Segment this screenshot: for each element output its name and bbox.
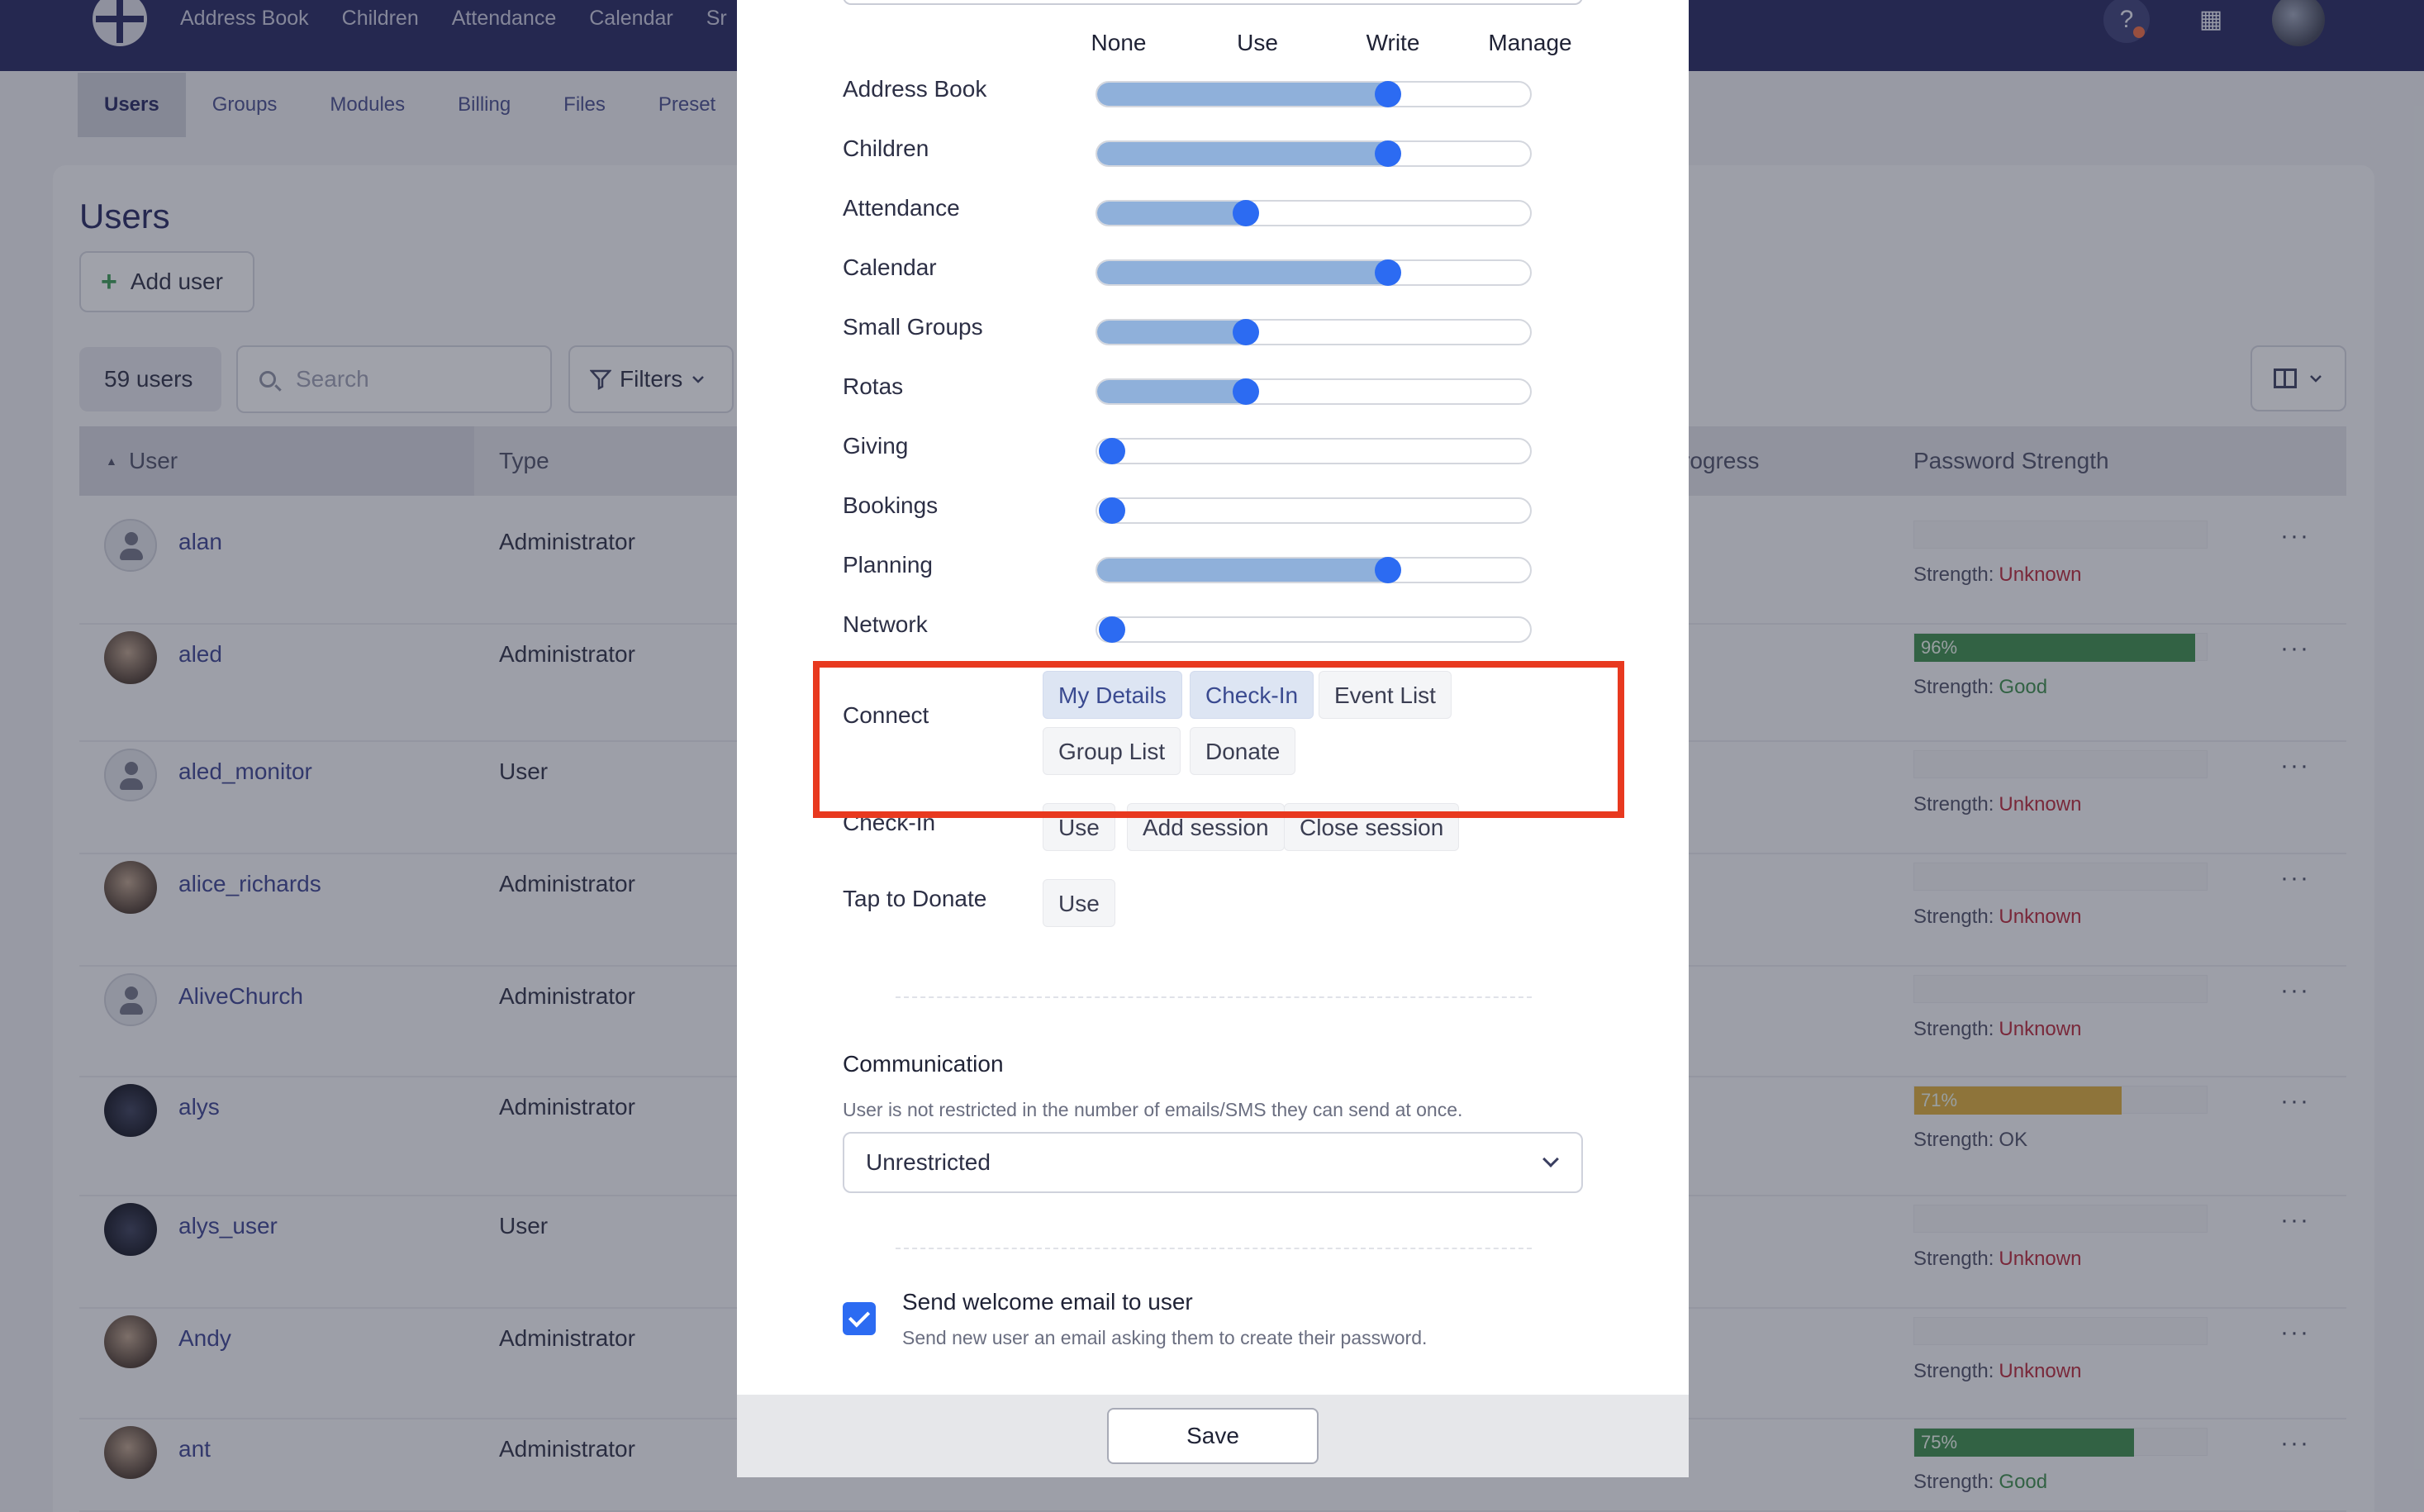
chip-tap-to-donate-use[interactable]: Use bbox=[1043, 879, 1115, 927]
slider-thumb[interactable] bbox=[1233, 319, 1259, 345]
communication-description: User is not restricted in the number of … bbox=[843, 1099, 1463, 1120]
welcome-email-label[interactable]: Send welcome email to user bbox=[902, 1289, 1193, 1315]
permission-label: Giving bbox=[843, 433, 909, 459]
permission-label: Rotas bbox=[843, 373, 904, 399]
level-header-manage: Manage bbox=[1488, 30, 1572, 55]
welcome-email-description: Send new user an email asking them to cr… bbox=[902, 1327, 1428, 1348]
slider-fill bbox=[1097, 321, 1246, 344]
permission-label: Attendance bbox=[843, 195, 960, 221]
permission-slider[interactable] bbox=[1096, 259, 1532, 286]
permission-slider[interactable] bbox=[1096, 200, 1532, 226]
slider-thumb[interactable] bbox=[1233, 200, 1259, 226]
chevron-down-icon bbox=[1542, 1151, 1559, 1167]
communication-select[interactable]: Unrestricted bbox=[843, 1132, 1583, 1193]
permission-slider[interactable] bbox=[1096, 81, 1532, 107]
permission-label: Bookings bbox=[843, 492, 939, 518]
communication-selected-value: Unrestricted bbox=[866, 1149, 991, 1175]
permission-slider[interactable] bbox=[1096, 438, 1532, 464]
level-header-write: Write bbox=[1366, 30, 1420, 55]
permission-label: Planning bbox=[843, 552, 933, 578]
permission-slider[interactable] bbox=[1096, 319, 1532, 345]
save-button[interactable]: Save bbox=[1107, 1408, 1319, 1464]
communication-title: Communication bbox=[843, 1051, 1004, 1077]
slider-thumb[interactable] bbox=[1233, 378, 1259, 405]
permission-slider[interactable] bbox=[1096, 616, 1532, 643]
section-divider bbox=[896, 996, 1532, 998]
slider-thumb[interactable] bbox=[1099, 497, 1125, 524]
permission-label: Network bbox=[843, 611, 928, 637]
section-divider bbox=[896, 1248, 1532, 1249]
slider-fill bbox=[1097, 83, 1388, 106]
permission-label: Children bbox=[843, 136, 929, 161]
slider-thumb[interactable] bbox=[1099, 438, 1125, 464]
slider-fill bbox=[1097, 261, 1388, 284]
slider-fill bbox=[1097, 142, 1388, 165]
permission-slider[interactable] bbox=[1096, 140, 1532, 167]
permission-slider[interactable] bbox=[1096, 557, 1532, 583]
tap-to-donate-label: Tap to Donate bbox=[843, 886, 987, 911]
slider-fill bbox=[1097, 380, 1246, 403]
permission-slider[interactable] bbox=[1096, 497, 1532, 524]
permission-slider[interactable] bbox=[1096, 378, 1532, 405]
level-header-use: Use bbox=[1237, 30, 1278, 55]
slider-thumb[interactable] bbox=[1375, 140, 1401, 167]
select-field-edge[interactable] bbox=[843, 0, 1583, 5]
level-header-none: None bbox=[1091, 30, 1147, 55]
permission-label: Address Book bbox=[843, 76, 987, 102]
slider-thumb[interactable] bbox=[1375, 259, 1401, 286]
permission-label: Calendar bbox=[843, 254, 937, 280]
connect-highlight-box bbox=[813, 661, 1624, 818]
welcome-email-checkbox[interactable] bbox=[843, 1302, 876, 1335]
slider-fill bbox=[1097, 202, 1246, 225]
slider-thumb[interactable] bbox=[1099, 616, 1125, 643]
slider-thumb[interactable] bbox=[1375, 81, 1401, 107]
slider-thumb[interactable] bbox=[1375, 557, 1401, 583]
permission-label: Small Groups bbox=[843, 314, 983, 340]
slider-fill bbox=[1097, 559, 1388, 582]
